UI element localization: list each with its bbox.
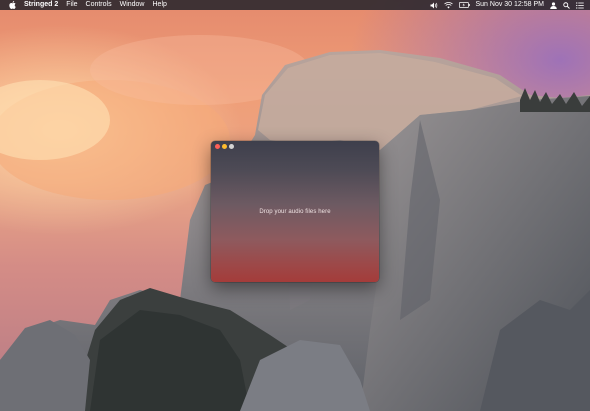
menu-controls[interactable]: Controls [86, 0, 112, 10]
search-icon[interactable] [563, 1, 570, 9]
stringed-window: Drop your audio files here [211, 141, 379, 282]
window-titlebar[interactable] [211, 141, 379, 151]
desktop: Stringed 2 File Controls Window Help Sun… [0, 0, 590, 411]
user-icon[interactable] [550, 1, 557, 9]
audio-drop-zone[interactable]: Drop your audio files here [211, 151, 379, 282]
close-window-button[interactable] [215, 144, 220, 149]
menu-bar: Stringed 2 File Controls Window Help Sun… [0, 0, 590, 10]
drop-prompt: Drop your audio files here [259, 208, 331, 215]
zoom-window-button[interactable] [229, 144, 234, 149]
minimize-window-button[interactable] [222, 144, 227, 149]
menu-clock[interactable]: Sun Nov 30 12:58 PM [476, 0, 545, 10]
apple-icon[interactable] [8, 0, 16, 10]
menu-file[interactable]: File [66, 0, 77, 10]
status-area: Sun Nov 30 12:58 PM [430, 0, 585, 10]
battery-icon[interactable] [458, 2, 470, 8]
menu-help[interactable]: Help [153, 0, 167, 10]
wifi-icon[interactable] [443, 1, 453, 9]
volume-icon[interactable] [430, 2, 438, 9]
menu-window[interactable]: Window [120, 0, 145, 10]
menu-app-name[interactable]: Stringed 2 [24, 0, 58, 10]
notification-list-icon[interactable] [576, 1, 584, 9]
